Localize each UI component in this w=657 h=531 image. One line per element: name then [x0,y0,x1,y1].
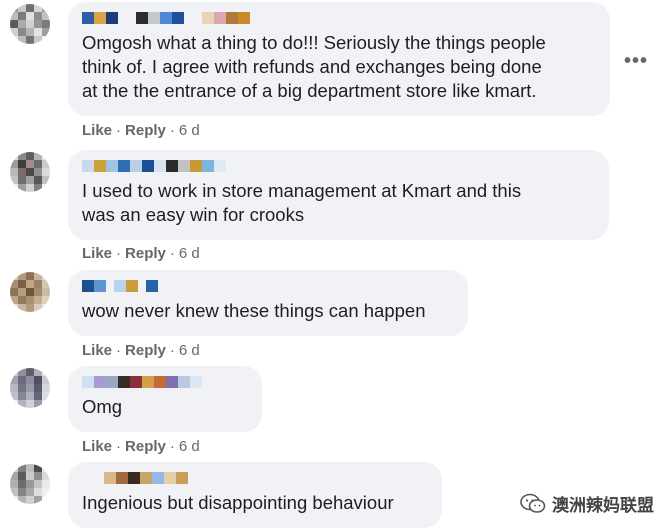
reply-button[interactable]: Reply [125,245,166,262]
commenter-name-redacted[interactable] [82,375,248,389]
timestamp[interactable]: 6 d [179,438,200,455]
separator: · [116,438,122,455]
like-button[interactable]: Like [82,245,112,262]
reply-button[interactable]: Reply [125,122,166,139]
commenter-name-redacted[interactable] [82,471,428,485]
commenter-name-redacted[interactable] [82,159,595,173]
comment-actions: Like · Reply · 6 d [82,438,200,455]
comment-actions: Like · Reply · 6 d [82,122,200,139]
watermark: 澳洲辣妈联盟 [520,491,654,516]
comment-actions: Like · Reply · 6 d [82,245,200,262]
comment-bubble: I used to work in store management at Km… [68,150,609,240]
separator: · [169,342,175,359]
commenter-name-redacted[interactable] [82,279,454,293]
comment-actions: Like · Reply · 6 d [82,342,200,359]
watermark-text: 澳洲辣妈联盟 [552,496,654,515]
avatar[interactable] [10,4,50,44]
reply-button[interactable]: Reply [125,438,166,455]
timestamp[interactable]: 6 d [179,122,200,139]
separator: · [169,438,175,455]
separator: · [116,245,122,262]
like-button[interactable]: Like [82,122,112,139]
more-options-icon[interactable]: ••• [624,50,648,73]
like-button[interactable]: Like [82,342,112,359]
separator: · [169,245,175,262]
separator: · [169,122,175,139]
comment-text: Ingenious but disappointing behaviour [82,492,394,513]
comment-text: Omg [82,396,123,417]
like-button[interactable]: Like [82,438,112,455]
comment-text: wow never knew these things can happen [82,300,426,321]
separator: · [116,122,122,139]
comment-bubble: Omg [68,366,262,432]
avatar[interactable] [10,272,50,312]
wechat-icon [520,493,546,515]
comment-bubble: Omgosh what a thing to do!!! Seriously t… [68,2,610,116]
timestamp[interactable]: 6 d [179,245,200,262]
reply-button[interactable]: Reply [125,342,166,359]
avatar[interactable] [10,152,50,192]
commenter-name-redacted[interactable] [82,11,596,25]
timestamp[interactable]: 6 d [179,342,200,359]
comment-bubble: Ingenious but disappointing behaviour [68,462,442,528]
comment-text: I used to work in store management at Km… [82,180,522,225]
comment-text: Omgosh what a thing to do!!! Seriously t… [82,32,546,101]
avatar[interactable] [10,464,50,504]
comment-bubble: wow never knew these things can happen [68,270,468,336]
separator: · [116,342,122,359]
avatar[interactable] [10,368,50,408]
